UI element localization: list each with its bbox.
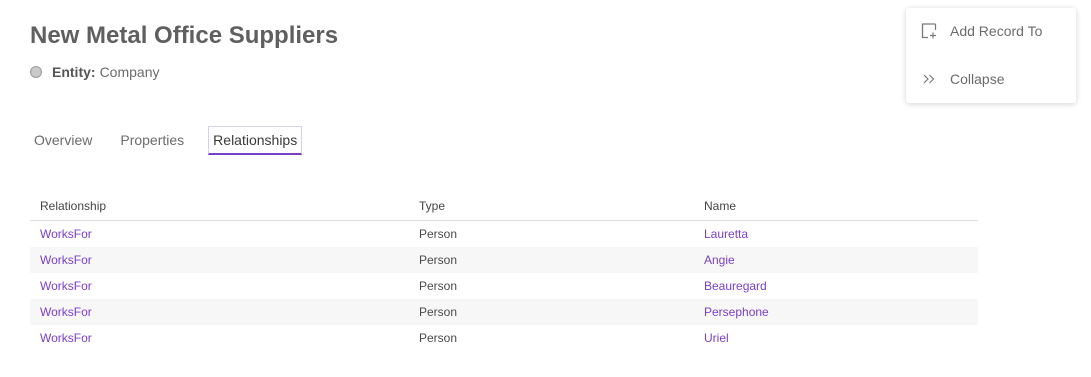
table-row: WorksFor Person Beauregard	[30, 273, 978, 299]
relationship-link[interactable]: WorksFor	[40, 253, 92, 267]
actions-menu: Add Record To Collapse	[906, 8, 1076, 103]
column-header-relationship[interactable]: Relationship	[30, 192, 409, 221]
type-cell: Person	[419, 279, 458, 293]
tab-relationships[interactable]: Relationships	[208, 126, 303, 155]
table-row: WorksFor Person Uriel	[30, 325, 978, 351]
table-header-row: Relationship Type Name	[30, 192, 978, 221]
page-title: New Metal Office Suppliers	[30, 22, 339, 49]
entity-status-icon	[30, 66, 42, 78]
column-header-name[interactable]: Name	[694, 192, 978, 221]
name-link[interactable]: Lauretta	[704, 227, 748, 241]
entity-info: Entity: Company	[30, 64, 159, 80]
collapse-label: Collapse	[950, 71, 1005, 87]
relationship-link[interactable]: WorksFor	[40, 331, 92, 345]
name-link[interactable]: Angie	[704, 253, 735, 267]
add-record-to-label: Add Record To	[950, 23, 1043, 39]
entity-value: Company	[99, 64, 160, 80]
relationship-link[interactable]: WorksFor	[40, 279, 92, 293]
tab-properties[interactable]: Properties	[116, 126, 188, 155]
add-record-icon	[920, 22, 938, 40]
table-row: WorksFor Person Persephone	[30, 299, 978, 325]
relationships-table: Relationship Type Name WorksFor Person L…	[30, 192, 978, 351]
type-cell: Person	[419, 227, 458, 241]
relationship-link[interactable]: WorksFor	[40, 305, 92, 319]
name-link[interactable]: Uriel	[704, 331, 729, 345]
collapse-menu-item[interactable]: Collapse	[920, 70, 1004, 88]
table-row: WorksFor Person Lauretta	[30, 221, 978, 248]
column-header-type[interactable]: Type	[409, 192, 694, 221]
relationship-link[interactable]: WorksFor	[40, 227, 92, 241]
entity-label: Entity:	[52, 64, 96, 80]
type-cell: Person	[419, 253, 458, 267]
add-record-to-menu-item[interactable]: Add Record To	[920, 22, 1042, 40]
table-row: WorksFor Person Angie	[30, 247, 978, 273]
type-cell: Person	[419, 331, 458, 345]
double-chevron-right-icon	[920, 70, 938, 88]
name-link[interactable]: Beauregard	[704, 279, 767, 293]
tab-overview[interactable]: Overview	[30, 126, 96, 155]
name-link[interactable]: Persephone	[704, 305, 769, 319]
type-cell: Person	[419, 305, 458, 319]
tab-bar: Overview Properties Relationships	[30, 126, 322, 155]
